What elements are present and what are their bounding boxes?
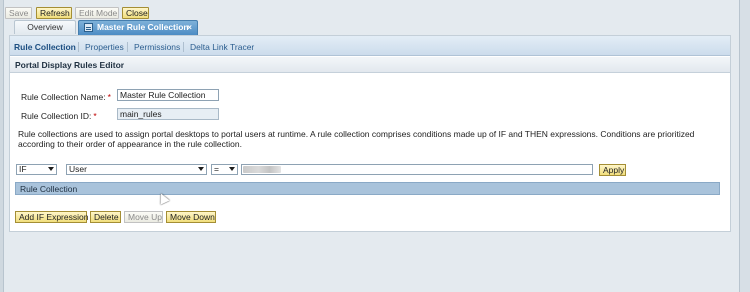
add-if-expression-button[interactable]: Add IF Expression <box>15 211 88 223</box>
rule-collection-icon <box>84 23 93 32</box>
attribute-value: User <box>69 164 87 174</box>
redacted-value <box>243 166 281 173</box>
edit-mode-button[interactable]: Edit Mode <box>75 7 119 19</box>
refresh-button[interactable]: Refresh <box>36 7 72 19</box>
operator-value: = <box>214 164 219 174</box>
rule-collection-name-input[interactable]: Master Rule Collection <box>117 89 219 101</box>
subtab-divider <box>78 42 79 52</box>
rule-collection-table-title: Rule Collection <box>20 184 78 194</box>
subtab-divider <box>183 42 184 52</box>
subtab-properties[interactable]: Properties <box>85 42 124 52</box>
if-keyword-value: IF <box>19 164 27 174</box>
if-keyword-select[interactable]: IF <box>16 164 57 175</box>
close-button[interactable]: Close <box>122 7 149 19</box>
condition-value-input[interactable] <box>241 164 593 175</box>
move-down-button[interactable]: Move Down <box>166 211 216 223</box>
description-text: Rule collections are used to assign port… <box>18 129 695 149</box>
close-tab-icon[interactable]: × <box>187 21 192 34</box>
chevron-down-icon <box>229 167 235 171</box>
required-marker: * <box>107 92 111 102</box>
subtab-bar: Rule Collection Properties Permissions D… <box>10 36 730 56</box>
apply-button[interactable]: Apply <box>599 164 626 176</box>
page-title: Portal Display Rules Editor <box>15 60 125 70</box>
rule-collection-id-field: main_rules <box>117 108 219 120</box>
move-up-button[interactable]: Move Up <box>124 211 163 223</box>
tab-label: Master Rule Collection <box>97 22 189 32</box>
required-marker: * <box>93 111 97 121</box>
left-border <box>0 0 4 292</box>
subtab-rule-collection[interactable]: Rule Collection <box>14 42 76 52</box>
rule-collection-table-header: Rule Collection <box>15 182 720 195</box>
attribute-select[interactable]: User <box>66 164 207 175</box>
save-button[interactable]: Save <box>5 7 32 19</box>
chevron-down-icon <box>198 167 204 171</box>
operator-select[interactable]: = <box>211 164 238 175</box>
right-scroll-rail[interactable] <box>739 0 750 292</box>
chevron-down-icon <box>48 167 54 171</box>
rule-collection-name-label: Rule Collection Name: * <box>21 92 111 102</box>
editor-panel: Rule Collection Properties Permissions D… <box>9 35 731 232</box>
subtab-delta-link-tracer[interactable]: Delta Link Tracer <box>190 42 254 52</box>
editor-header: Portal Display Rules Editor <box>10 57 730 73</box>
delete-button[interactable]: Delete <box>90 211 121 223</box>
rule-collection-id-label: Rule Collection ID: * <box>21 111 97 121</box>
subtab-divider <box>127 42 128 52</box>
subtab-permissions[interactable]: Permissions <box>134 42 180 52</box>
tab-master-rule-collection[interactable]: Master Rule Collection × <box>78 20 198 35</box>
tab-overview[interactable]: Overview <box>14 20 76 34</box>
